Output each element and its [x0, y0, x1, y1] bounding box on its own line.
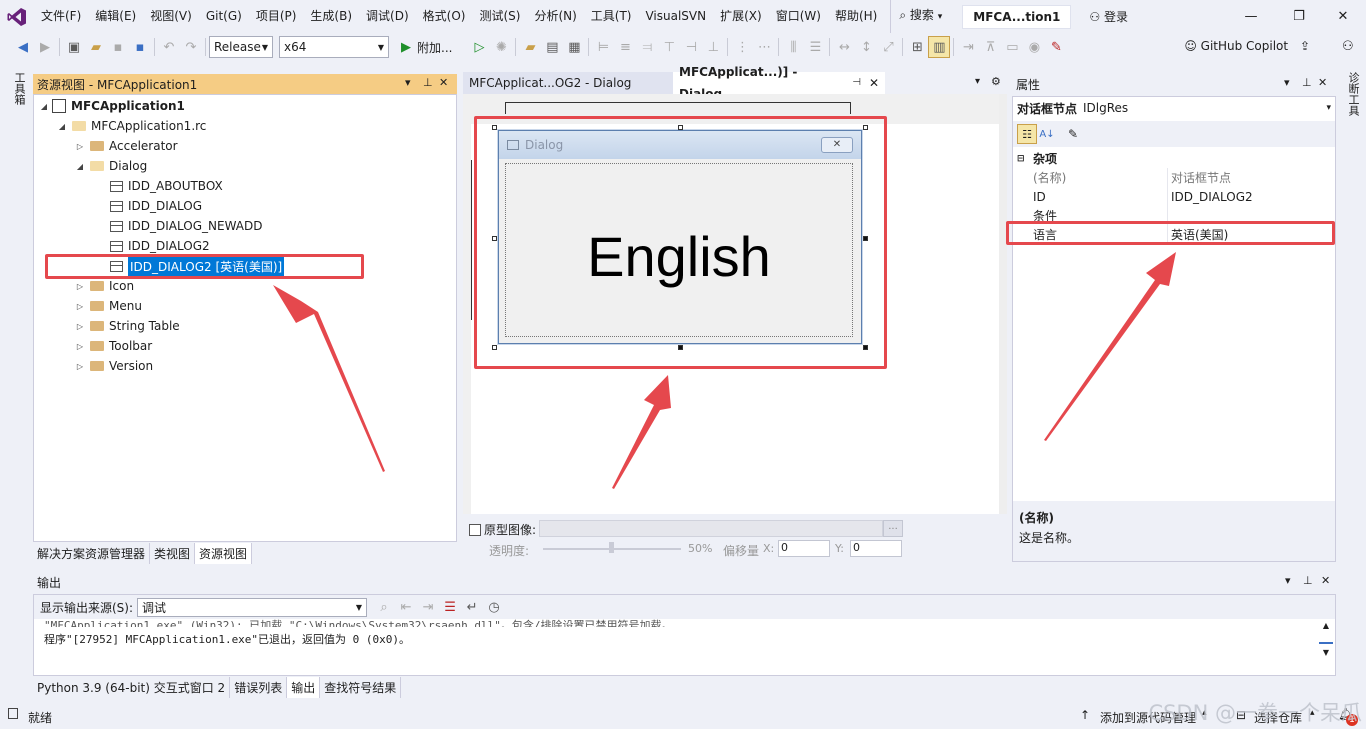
annotation-arrows: [273, 252, 1176, 489]
annotation-arrow-left: [273, 285, 385, 472]
annotation-arrow-right: [1044, 252, 1176, 441]
csdn-watermark: CSDN @一拳一个呆瓜: [1148, 701, 1362, 725]
annotation-arrow-center: [612, 375, 671, 489]
